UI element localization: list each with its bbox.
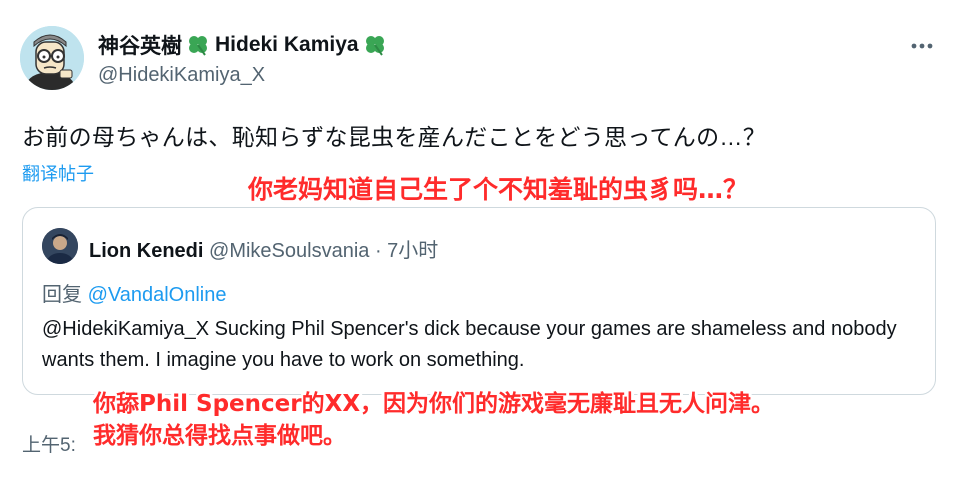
user-photo-icon xyxy=(42,228,78,264)
translate-post-link[interactable]: 翻译帖子 xyxy=(22,160,94,186)
four-leaf-clover-icon xyxy=(185,34,211,56)
author-handle[interactable]: @HidekiKamiya_X xyxy=(98,64,265,87)
translation-overlay-quote-line1: 你舔Phil Spencer的XX，因为你们的游戏毫无廉耻且无人问津。 xyxy=(93,391,775,417)
more-options-button[interactable] xyxy=(908,36,936,56)
quoted-author-avatar[interactable] xyxy=(42,228,78,264)
tweet-text: お前の母ちゃんは、恥知らずな昆虫を産んだことをどう思ってんの…？ xyxy=(22,124,766,150)
reply-mention-link[interactable]: @VandalOnline xyxy=(88,284,227,306)
author-name-jp: 神谷英樹 xyxy=(98,35,182,58)
author-name-en: Hideki Kamiya xyxy=(215,33,359,56)
more-options-icon xyxy=(911,43,933,49)
tweet-timestamp[interactable]: 上午5: xyxy=(22,430,76,457)
reply-prefix: 回复 xyxy=(42,284,88,306)
translation-overlay-quote-line2: 我猜你总得找点事做吧。 xyxy=(93,423,346,449)
cartoon-avatar-icon xyxy=(20,26,84,90)
author-display-name[interactable]: 神谷英樹 Hideki Kamiya xyxy=(98,30,392,60)
four-leaf-clover-icon xyxy=(362,34,388,56)
quoted-tweet-text: @HidekiKamiya_X Sucking Phil Spencer's d… xyxy=(42,318,897,371)
quoted-author-meta: @MikeSoulsvania · 7小时 xyxy=(203,240,439,262)
quoted-author-name[interactable]: Lion Kenedi xyxy=(89,240,203,262)
quoted-tweet-header: Lion Kenedi @MikeSoulsvania · 7小时 xyxy=(89,234,438,263)
author-avatar[interactable] xyxy=(20,26,84,90)
reply-to-line: 回复 @VandalOnline xyxy=(42,278,226,307)
translation-overlay-tweet: 你老妈知道自己生了个不知羞耻的虫豸吗…？ xyxy=(248,175,749,204)
